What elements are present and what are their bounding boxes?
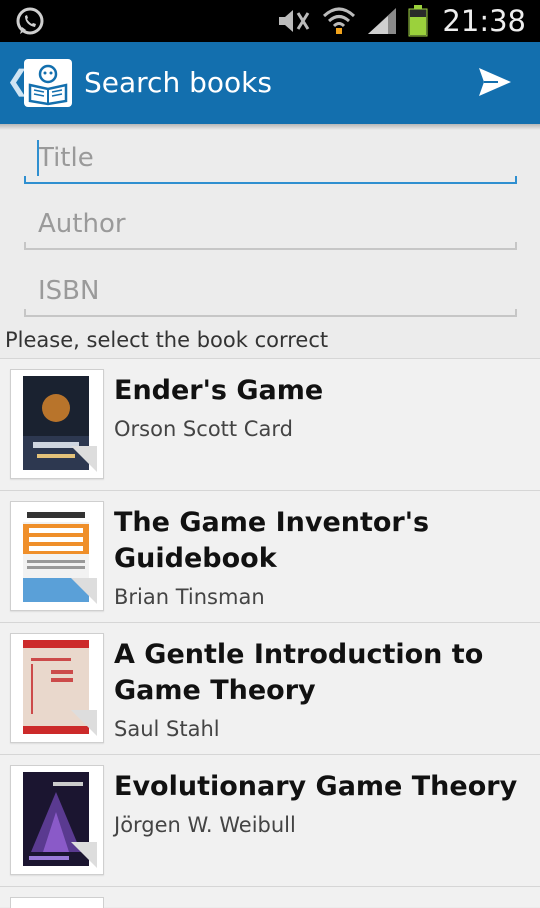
list-item[interactable]: A Gentle Introduction to Game Theory Sau… <box>0 622 540 754</box>
title-underline-right-tick <box>515 176 517 184</box>
author-underline <box>24 248 517 250</box>
text-cursor <box>37 140 39 176</box>
battery-icon <box>408 5 428 37</box>
author-input[interactable] <box>38 202 498 246</box>
page-curl <box>71 578 97 604</box>
page-curl <box>71 710 97 736</box>
whatsapp-icon <box>16 7 44 35</box>
list-item[interactable]: The Game Inventor's Guidebook Brian Tins… <box>0 490 540 622</box>
isbn-underline-right-tick <box>515 309 517 317</box>
isbn-input[interactable] <box>38 269 498 313</box>
isbn-underline <box>24 315 517 317</box>
author-underline-right-tick <box>515 242 517 250</box>
book-author: Brian Tinsman <box>114 585 265 609</box>
list-item[interactable]: Evolutionary Game Theory Jörgen W. Weibu… <box>0 754 540 886</box>
send-icon[interactable] <box>478 66 512 98</box>
status-bar: 21:38 <box>0 0 540 42</box>
page-curl <box>71 842 97 868</box>
book-author: Jörgen W. Weibull <box>114 813 296 837</box>
book-list: Ender's Game Orson Scott Card The Game I… <box>0 358 540 908</box>
list-item[interactable]: Ender's Game Orson Scott Card <box>0 358 540 490</box>
book-cover <box>10 897 104 908</box>
book-title: Ender's Game <box>114 375 324 406</box>
book-cover <box>10 633 104 743</box>
book-author: Orson Scott Card <box>114 417 293 441</box>
isbn-field[interactable] <box>24 269 517 317</box>
wifi-icon <box>323 7 356 34</box>
book-author: Saul Stahl <box>114 717 220 741</box>
author-underline-left-tick <box>24 242 26 250</box>
isbn-underline-left-tick <box>24 309 26 317</box>
app-book-reader-icon[interactable] <box>24 59 72 107</box>
author-field[interactable] <box>24 202 517 250</box>
action-bar: ❮ Search books <box>0 42 540 124</box>
title-underline <box>24 182 517 184</box>
mute-icon <box>279 10 310 32</box>
book-title: Evolutionary Game Theory <box>114 771 518 802</box>
page-title: Search books <box>84 66 272 99</box>
title-input[interactable] <box>38 136 498 180</box>
book-title: The Game Inventor's Guidebook <box>114 507 430 574</box>
list-item[interactable] <box>0 886 540 908</box>
page-curl <box>71 446 97 472</box>
book-cover <box>10 369 104 479</box>
action-bar-shadow <box>0 124 540 130</box>
book-cover <box>10 765 104 875</box>
book-title: A Gentle Introduction to Game Theory <box>114 639 484 706</box>
clock: 21:38 <box>442 4 526 38</box>
hint-text: Please, select the book correct <box>5 328 329 352</box>
title-underline-left-tick <box>24 176 26 184</box>
book-cover <box>10 501 104 611</box>
signal-icon <box>368 8 397 34</box>
title-field[interactable] <box>24 136 517 184</box>
